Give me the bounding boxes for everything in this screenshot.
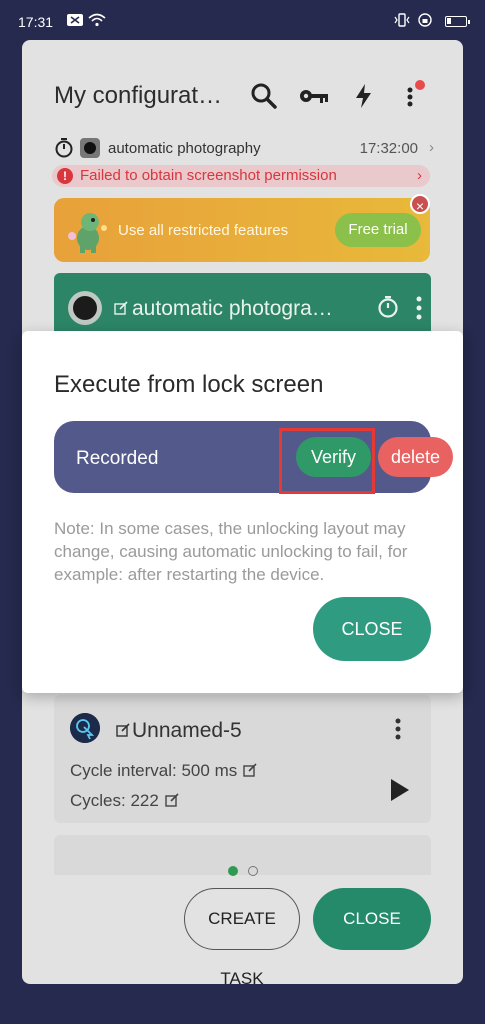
record-icon	[80, 138, 100, 158]
schedule-time: 17:32:00	[359, 140, 418, 157]
task-card-unnamed[interactable]: Unnamed-5 Cycle interval: 500 ms Cycles:…	[54, 695, 431, 823]
vibrate-icon	[394, 13, 410, 27]
error-icon: !	[57, 168, 73, 184]
cycle-interval[interactable]: Cycle interval: 500 ms	[70, 761, 257, 781]
delete-button[interactable]: delete	[378, 437, 453, 477]
edit-icon[interactable]	[243, 763, 257, 777]
cycles-text: Cycles: 222	[70, 791, 159, 810]
close-button[interactable]: CLOSE	[313, 888, 431, 950]
dialog-close-button[interactable]: CLOSE	[313, 597, 431, 661]
task-avatar	[68, 291, 102, 325]
more-icon[interactable]	[395, 717, 401, 741]
promo-text: Use all restricted features	[118, 222, 289, 239]
page-dot	[248, 866, 258, 876]
task-name: automatic photogra…	[132, 297, 333, 320]
page-title: My configurat…	[54, 82, 223, 109]
dinosaur-icon	[68, 213, 107, 253]
notification-icon	[67, 14, 83, 26]
promo-banner[interactable]: Use all restricted features Free trial	[54, 198, 430, 262]
edit-icon[interactable]	[116, 723, 130, 737]
status-time: 17:31	[18, 14, 54, 30]
timer-icon	[55, 138, 73, 158]
notification-badge	[415, 80, 425, 90]
recorded-label: Recorded	[76, 448, 159, 469]
close-icon[interactable]: ×	[410, 194, 430, 214]
timer-icon[interactable]	[376, 295, 400, 319]
free-trial-button[interactable]: Free trial	[335, 213, 421, 247]
edit-icon[interactable]	[165, 793, 179, 807]
battery-icon	[445, 16, 470, 27]
search-icon[interactable]	[250, 82, 278, 110]
task-name: Unnamed-5	[132, 719, 242, 742]
key-icon[interactable]	[298, 82, 330, 110]
chevron-right-icon: ›	[417, 167, 422, 184]
wifi-icon	[88, 13, 106, 27]
schedule-row[interactable]: automatic photography 17:32:00 ›	[54, 138, 434, 160]
bolt-icon[interactable]	[350, 82, 378, 110]
error-banner[interactable]: ! Failed to obtain screenshot permission…	[52, 165, 430, 187]
cycle-interval-text: Cycle interval: 500 ms	[70, 761, 238, 780]
more-icon[interactable]	[416, 295, 422, 321]
play-icon[interactable]	[391, 779, 409, 801]
lock-screen-dialog: Execute from lock screen Recorded Verify…	[22, 331, 463, 693]
tap-icon	[70, 713, 100, 743]
task-card-partial[interactable]	[54, 835, 431, 875]
lock-rotation-icon	[418, 13, 432, 27]
page-dot-active	[228, 866, 238, 876]
cycles[interactable]: Cycles: 222	[70, 791, 179, 811]
status-bar: 17:31	[0, 0, 485, 40]
dialog-note: Note: In some cases, the unlocking layou…	[54, 519, 408, 584]
verify-button[interactable]: Verify	[296, 437, 371, 477]
navigation-bar	[0, 984, 485, 1024]
schedule-name: automatic photography	[108, 140, 261, 157]
error-text: Failed to obtain screenshot permission	[80, 167, 337, 184]
edit-icon[interactable]	[114, 301, 128, 315]
create-task-button[interactable]: CREATE TASK	[184, 888, 300, 984]
chevron-right-icon: ›	[429, 139, 434, 156]
recorded-bar: Recorded Verify delete	[54, 421, 453, 494]
dialog-title: Execute from lock screen	[54, 371, 324, 398]
